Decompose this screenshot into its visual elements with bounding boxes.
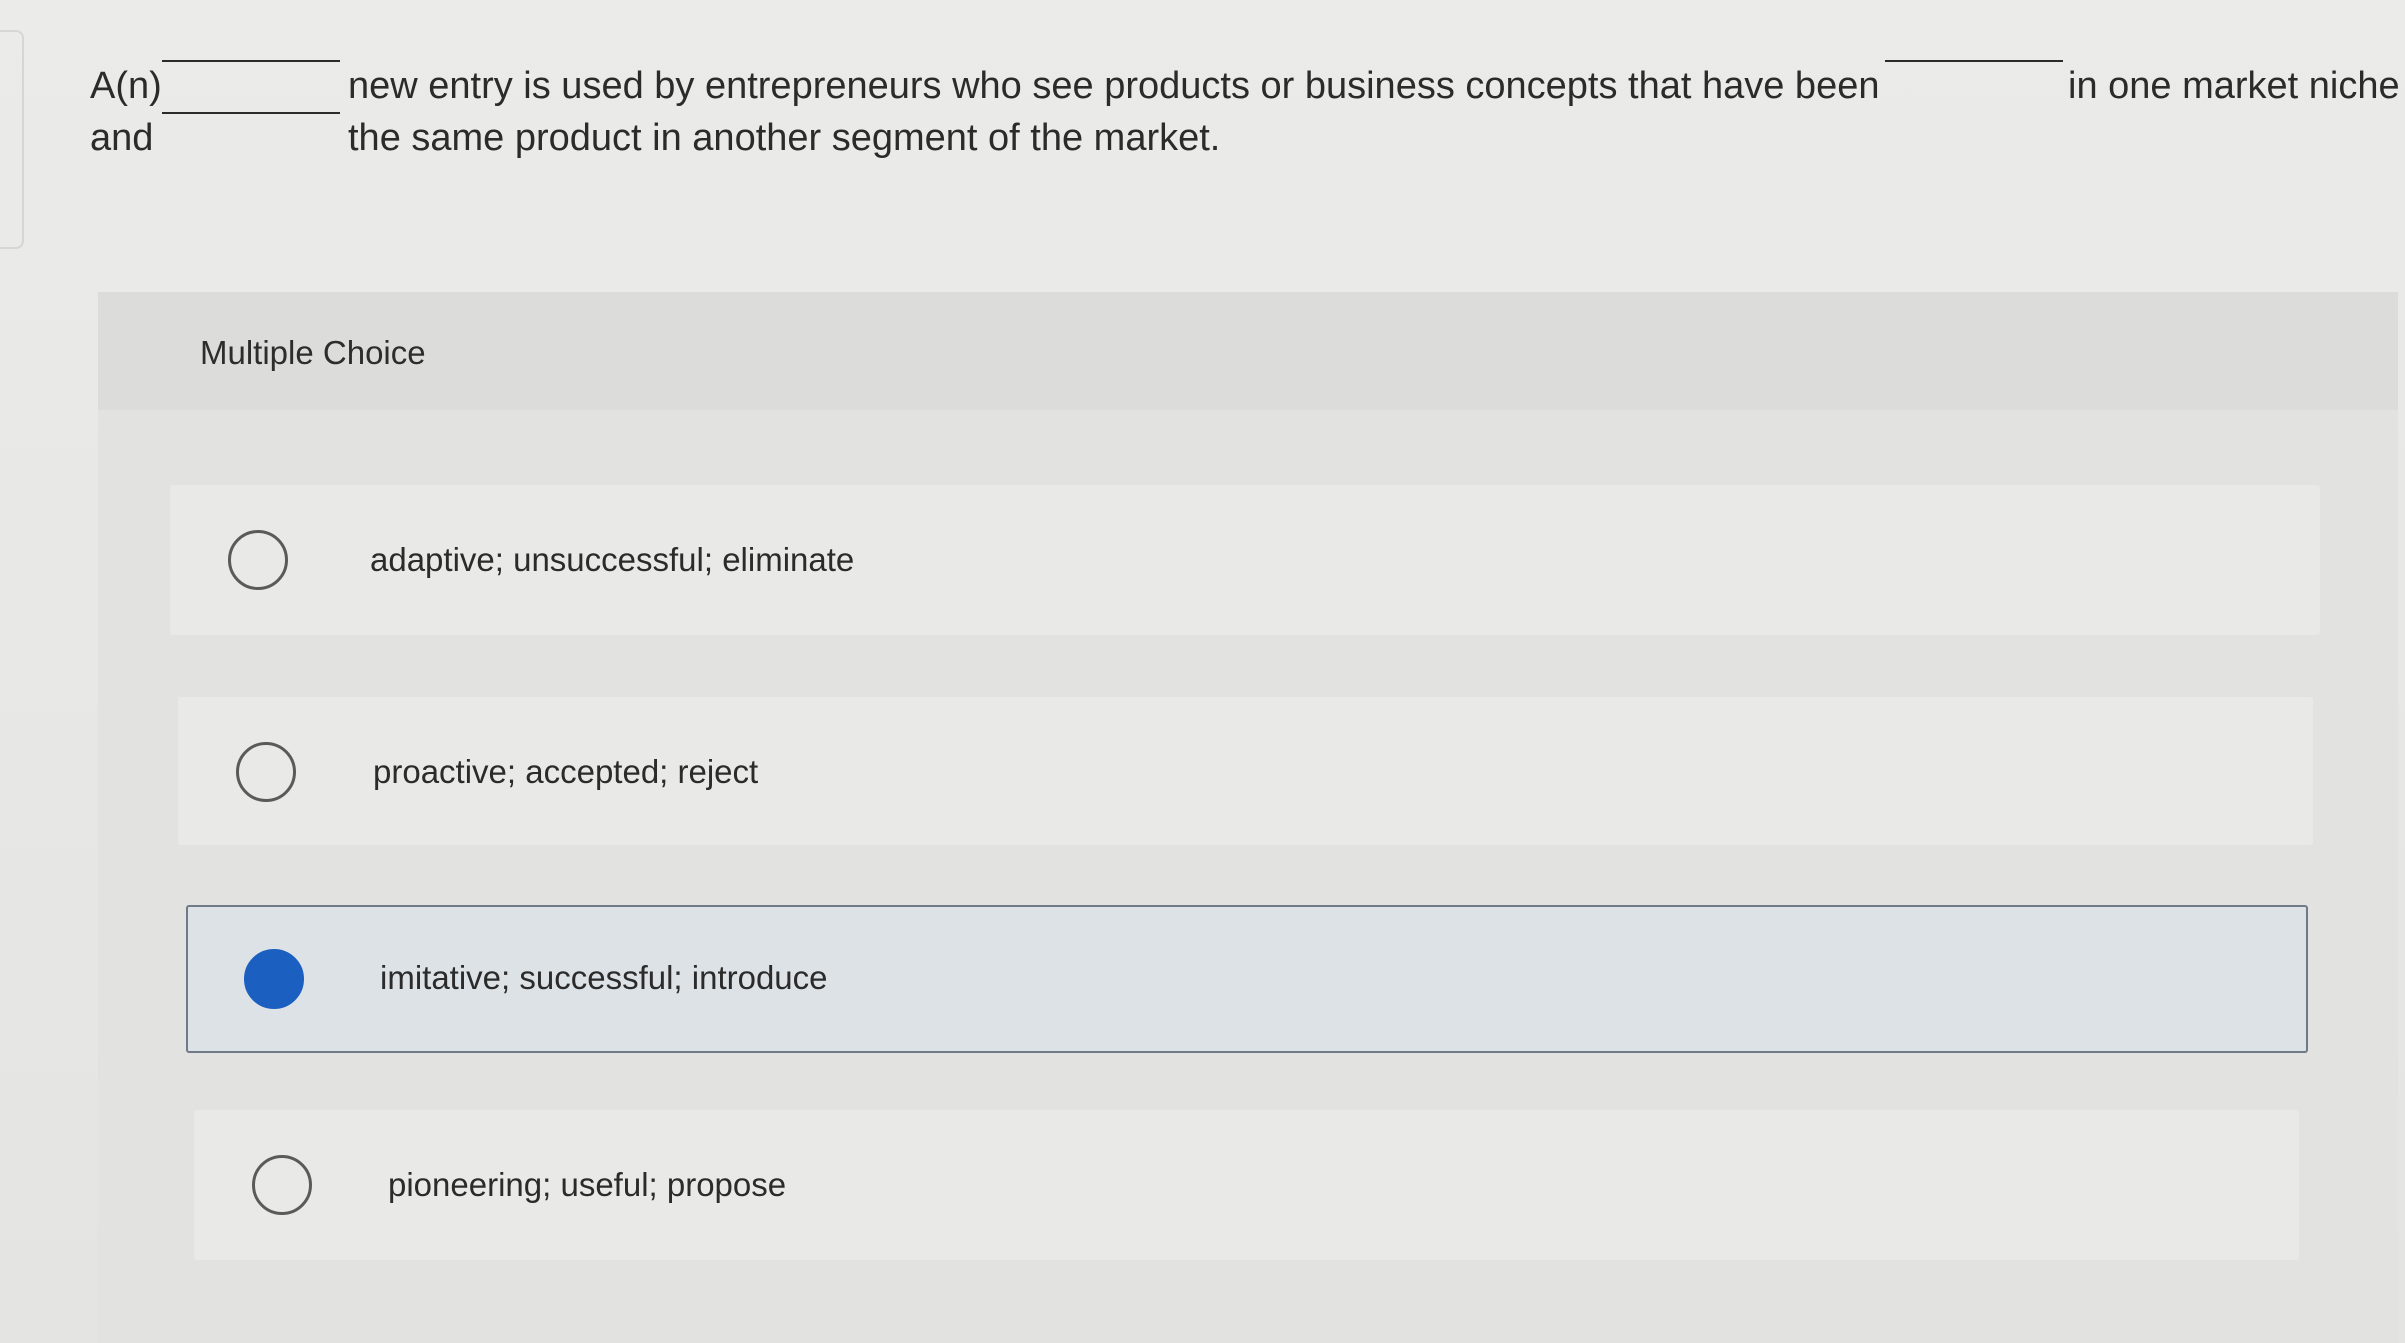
option-imitative[interactable]: imitative; successful; introduce xyxy=(186,905,2308,1053)
question-part-and: and xyxy=(90,117,154,159)
question-line-1: A(n) new entry is used by entrepreneurs … xyxy=(90,60,2400,112)
question-text: A(n) new entry is used by entrepreneurs … xyxy=(90,60,2400,164)
quiz-page: A(n) new entry is used by entrepreneurs … xyxy=(0,0,2405,1343)
option-label: imitative; successful; introduce xyxy=(380,959,828,996)
multiple-choice-panel: Multiple Choice adaptive; unsuccessful; … xyxy=(98,292,2398,1343)
blank-2 xyxy=(1885,60,2063,62)
option-label: adaptive; unsuccessful; eliminate xyxy=(370,541,855,578)
radio-button-imitative-selected[interactable] xyxy=(244,949,304,1009)
question-part-start: A(n) xyxy=(90,65,162,107)
option-adaptive[interactable]: adaptive; unsuccessful; eliminate xyxy=(170,485,2320,635)
radio-button-proactive[interactable] xyxy=(236,742,296,802)
blank-3 xyxy=(162,112,340,114)
option-label: proactive; accepted; reject xyxy=(373,753,759,790)
question-part-tail: the same product in another segment of t… xyxy=(348,117,1221,159)
previous-panel-edge xyxy=(0,30,24,249)
option-label: pioneering; useful; propose xyxy=(388,1166,787,1203)
option-pioneering[interactable]: pioneering; useful; propose xyxy=(194,1110,2299,1260)
radio-button-pioneering[interactable] xyxy=(252,1155,312,1215)
question-line-2: and the same product in another segment … xyxy=(90,112,2400,164)
blank-1 xyxy=(162,60,340,62)
multiple-choice-header: Multiple Choice xyxy=(98,292,2398,410)
option-proactive[interactable]: proactive; accepted; reject xyxy=(178,697,2313,845)
question-part-middle: new entry is used by entrepreneurs who s… xyxy=(348,65,1880,107)
question-part-end: in one market niche xyxy=(2068,65,2400,107)
multiple-choice-title: Multiple Choice xyxy=(200,334,426,371)
radio-button-adaptive[interactable] xyxy=(228,530,288,590)
